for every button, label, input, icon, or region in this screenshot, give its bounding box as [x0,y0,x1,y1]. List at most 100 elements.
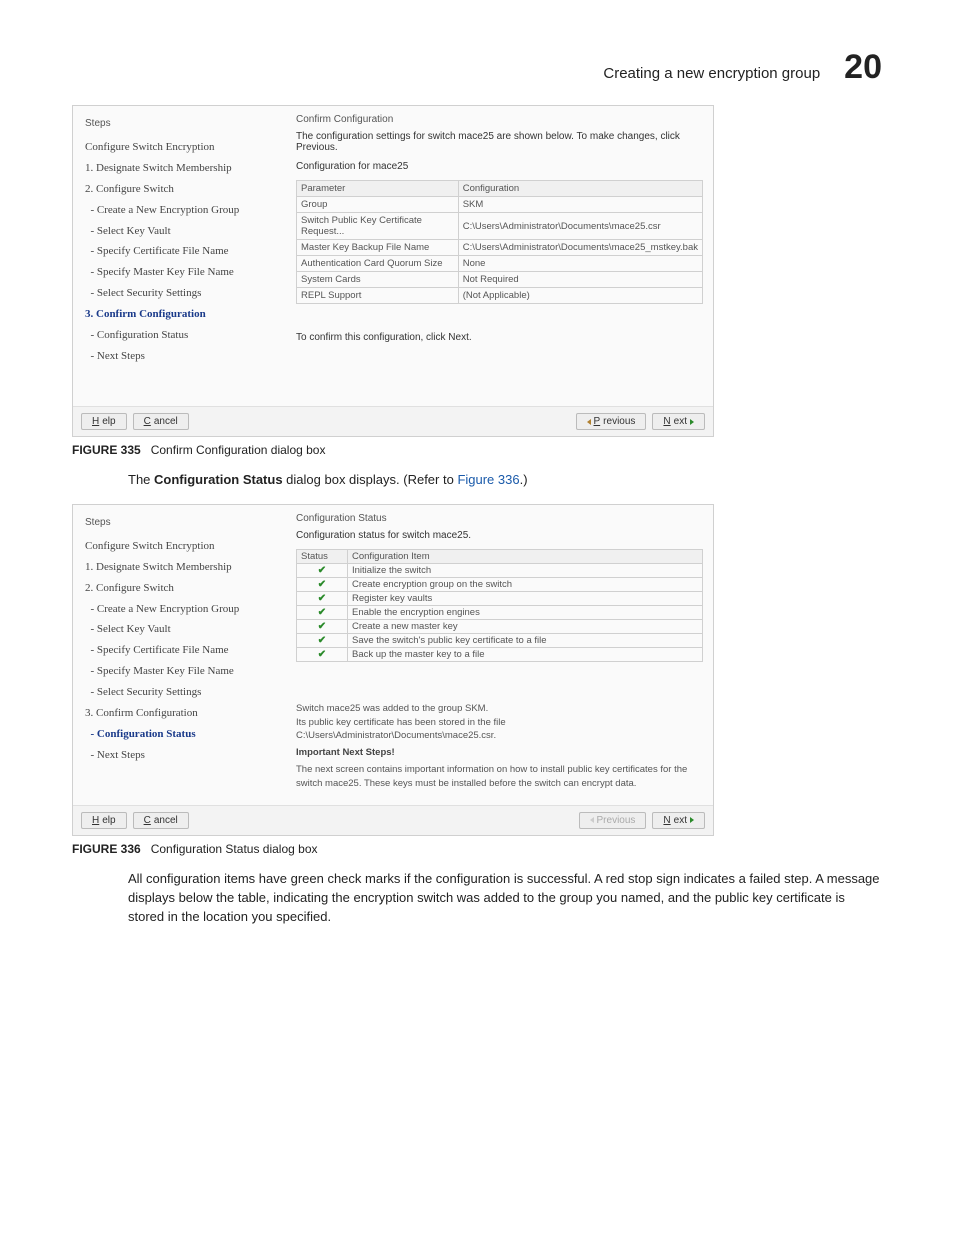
next-button[interactable]: Next [652,413,705,430]
cancel-button[interactable]: Cancel [133,413,189,430]
status-cell: ✔ [297,591,348,605]
wizard-step: Configure Switch Encryption [85,536,280,557]
wizard-step: 3. Confirm Configuration [85,304,280,325]
page-header-number: 20 [844,48,882,87]
body-paragraph: The Configuration Status dialog box disp… [128,471,882,490]
configuration-parameters-table: Parameter Configuration GroupSKMSwitch P… [296,180,703,304]
table-row: ✔ Create a new master key [297,619,703,633]
status-message: The next screen contains important infor… [296,763,703,791]
table-cell: SKM [458,197,702,213]
figure-336-caption: FIGURE 336 Configuration Status dialog b… [72,842,882,856]
table-header: Configuration Item [348,549,703,563]
wizard-step: 1. Designate Switch Membership [85,158,280,179]
previous-button: Previous [579,812,647,829]
table-cell: Register key vaults [348,591,703,605]
panel-title: Confirm Configuration [296,114,703,125]
panel-subhead: Configuration for mace25 [296,161,703,172]
table-row: ✔Save the switch's public key certificat… [297,633,703,647]
wizard-step: - Create a New Encryption Group [85,200,280,221]
figure-335-caption: FIGURE 335 Confirm Configuration dialog … [72,443,882,457]
table-header: Status [297,549,348,563]
status-cell: ✔ [297,605,348,619]
wizard-step: - Select Key Vault [85,221,280,242]
triangle-right-icon [690,419,694,425]
figure-label: FIGURE 336 [72,842,141,856]
table-row: ✔ Create encryption group on the switch [297,577,703,591]
table-row: REPL Support(Not Applicable) [297,288,703,304]
table-row: Authentication Card Quorum SizeNone [297,256,703,272]
wizard-step: - Next Steps [85,745,280,766]
confirm-instruction: To confirm this configuration, click Nex… [296,332,703,343]
page-header: Creating a new encryption group 20 [72,48,882,87]
table-cell: None [458,256,702,272]
table-cell: Master Key Backup File Name [297,240,459,256]
check-icon: ✔ [318,565,326,576]
wizard-step: - Configuration Status [85,325,280,346]
table-cell: System Cards [297,272,459,288]
wizard-step: 2. Configure Switch [85,578,280,599]
page-header-title: Creating a new encryption group [603,65,820,82]
table-cell: Initialize the switch [348,563,703,577]
confirm-configuration-dialog: Steps Configure Switch Encryption1. Desi… [72,105,714,437]
wizard-step: - Specify Master Key File Name [85,262,280,283]
panel-intro-text: Configuration status for switch mace25. [296,530,703,541]
wizard-step: 1. Designate Switch Membership [85,557,280,578]
table-row: System CardsNot Required [297,272,703,288]
configuration-status-dialog: Steps Configure Switch Encryption1. Desi… [72,504,714,836]
table-header: Configuration [458,181,702,197]
table-cell: Back up the master key to a file [348,647,703,661]
cancel-button[interactable]: Cancel [133,812,189,829]
status-cell: ✔ [297,563,348,577]
figure-text: Confirm Configuration dialog box [151,443,326,457]
table-cell: C:\Users\Administrator\Documents\mace25.… [458,213,702,240]
status-cell: ✔ [297,633,348,647]
table-row: ✔Enable the encryption engines [297,605,703,619]
wizard-step: - Create a New Encryption Group [85,599,280,620]
table-row: ✔Register key vaults [297,591,703,605]
table-cell: Group [297,197,459,213]
triangle-right-icon [690,817,694,823]
check-icon: ✔ [318,635,326,646]
wizard-steps-panel: Steps Configure Switch Encryption1. Desi… [73,505,290,805]
configuration-status-table: Status Configuration Item ✔Initialize th… [296,549,703,662]
table-cell: Create a new master key [348,619,703,633]
table-cell: Authentication Card Quorum Size [297,256,459,272]
check-icon: ✔ [318,579,326,590]
confirm-configuration-panel: Confirm Configuration The configuration … [290,106,713,406]
panel-title: Configuration Status [296,513,703,524]
status-message: Switch mace25 was added to the group SKM… [296,702,703,716]
table-cell: REPL Support [297,288,459,304]
wizard-step: 2. Configure Switch [85,179,280,200]
triangle-left-icon [590,817,594,823]
dialog-button-bar: Help Cancel Previous Next [73,805,713,835]
table-cell: (Not Applicable) [458,288,702,304]
triangle-left-icon [587,419,591,425]
check-icon: ✔ [318,621,326,632]
next-button[interactable]: Next [652,812,705,829]
steps-label: Steps [85,513,280,532]
wizard-step: 3. Confirm Configuration [85,703,280,724]
status-message: Its public key certificate has been stor… [296,716,703,744]
table-cell: Create encryption group on the switch [348,577,703,591]
check-icon: ✔ [318,649,326,660]
table-row: ✔ Back up the master key to a file [297,647,703,661]
wizard-step: - Specify Master Key File Name [85,661,280,682]
wizard-step: - Next Steps [85,346,280,367]
figure-336-link[interactable]: Figure 336 [457,472,519,487]
help-button[interactable]: Help [81,812,127,829]
figure-text: Configuration Status dialog box [151,842,318,856]
previous-button[interactable]: Previous [576,413,647,430]
table-cell: Enable the encryption engines [348,605,703,619]
help-button[interactable]: Help [81,413,127,430]
status-messages: Switch mace25 was added to the group SKM… [296,702,703,791]
table-row: GroupSKM [297,197,703,213]
table-row: Switch Public Key Certificate Request...… [297,213,703,240]
figure-label: FIGURE 335 [72,443,141,457]
wizard-step: - Select Key Vault [85,619,280,640]
table-row: ✔ Initialize the switch [297,563,703,577]
important-next-steps-label: Important Next Steps! [296,746,703,760]
wizard-step: - Specify Certificate File Name [85,241,280,262]
wizard-step: - Configuration Status [85,724,280,745]
table-cell: Not Required [458,272,702,288]
body-paragraph: All configuration items have green check… [128,870,882,927]
